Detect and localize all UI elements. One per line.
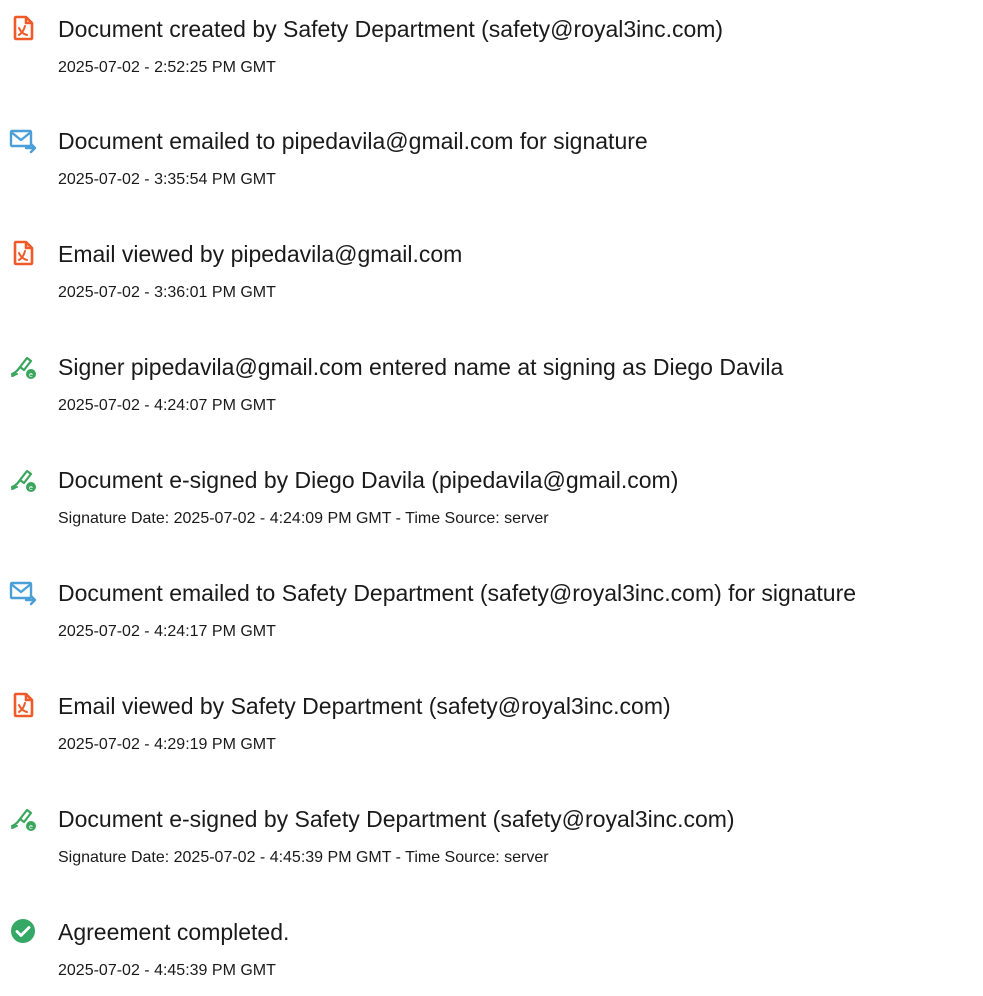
document-icon (9, 691, 37, 719)
event-row: Email viewed by Safety Department (safet… (0, 677, 983, 757)
event-timestamp: 2025-07-02 - 2:52:25 PM GMT (58, 59, 276, 76)
event-title: Document emailed to Safety Department (s… (58, 580, 857, 606)
event-title: Document e-signed by Diego Davila (piped… (58, 467, 679, 493)
event-row: Document emailed to Safety Department (s… (0, 564, 983, 644)
event-timestamp: 2025-07-02 - 4:24:07 PM GMT (58, 397, 276, 414)
svg-text:e: e (29, 824, 33, 831)
event-title: Email viewed by pipedavila@gmail.com (58, 241, 463, 267)
event-row: Document created by Safety Department (s… (0, 0, 983, 80)
event-timestamp: 2025-07-02 - 4:24:17 PM GMT (58, 623, 276, 640)
event-title: Document emailed to pipedavila@gmail.com… (58, 128, 648, 154)
event-title: Document created by Safety Department (s… (58, 16, 724, 42)
event-title: Signer pipedavila@gmail.com entered name… (58, 354, 784, 380)
svg-text:e: e (29, 372, 33, 379)
svg-text:e: e (29, 485, 33, 492)
event-timestamp: 2025-07-02 - 3:36:01 PM GMT (58, 284, 276, 301)
event-timestamp: Signature Date: 2025-07-02 - 4:45:39 PM … (58, 849, 549, 866)
event-title: Agreement completed. (58, 919, 290, 945)
event-row: e Document e-signed by Safety Department… (0, 790, 983, 870)
event-timestamp: Signature Date: 2025-07-02 - 4:24:09 PM … (58, 510, 549, 527)
signature-icon: e (9, 804, 37, 832)
document-icon (9, 239, 37, 267)
event-row: e Signer pipedavila@gmail.com entered na… (0, 338, 983, 418)
document-icon (9, 14, 37, 42)
signature-icon: e (9, 352, 37, 380)
signature-icon: e (9, 465, 37, 493)
check-circle-icon (9, 917, 37, 945)
event-timestamp: 2025-07-02 - 4:45:39 PM GMT (58, 962, 276, 979)
event-timestamp: 2025-07-02 - 3:35:54 PM GMT (58, 171, 276, 188)
email-icon (9, 578, 37, 606)
event-row: Document emailed to pipedavila@gmail.com… (0, 112, 983, 192)
event-timestamp: 2025-07-02 - 4:29:19 PM GMT (58, 736, 276, 753)
event-row: Agreement completed. 2025-07-02 - 4:45:3… (0, 903, 983, 983)
email-icon (9, 126, 37, 154)
event-title: Email viewed by Safety Department (safet… (58, 693, 671, 719)
event-title: Document e-signed by Safety Department (… (58, 806, 735, 832)
event-row: Email viewed by pipedavila@gmail.com 202… (0, 225, 983, 305)
event-row: e Document e-signed by Diego Davila (pip… (0, 451, 983, 531)
